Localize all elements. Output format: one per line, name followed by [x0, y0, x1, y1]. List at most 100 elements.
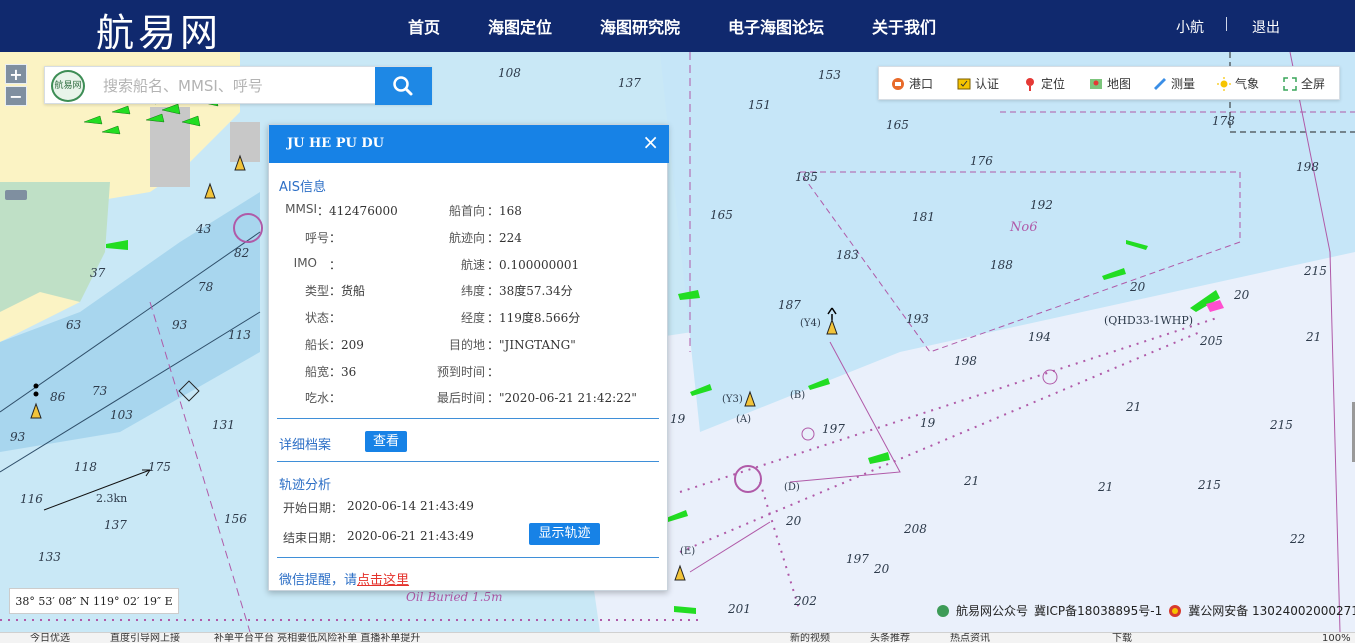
field-label: IMO [293, 256, 317, 270]
ship-marker[interactable] [664, 508, 692, 524]
area-label: No6 [1010, 220, 1038, 235]
toolbar-label: 定位 [1041, 77, 1066, 91]
depth-label: 108 [498, 66, 521, 80]
ship-marker[interactable] [672, 602, 700, 618]
toolbar-harbor[interactable]: 港口 [891, 75, 933, 92]
buoy-icon [234, 154, 246, 171]
latitude-value: 38度57.34分 [499, 284, 573, 298]
zoom-out-button[interactable]: − [5, 86, 27, 106]
field-label: 航速 [460, 258, 485, 272]
search-button[interactable] [375, 67, 432, 105]
show-track-button[interactable]: 显示轨迹 [529, 523, 600, 545]
toolbar-label: 港口 [909, 77, 934, 91]
field-label: 船首向 [448, 204, 485, 218]
ship-marker[interactable] [676, 288, 704, 304]
last-time-value: "2020-06-21 21:42:22" [499, 391, 637, 405]
status-item[interactable]: 下载 [1112, 633, 1132, 643]
icp-record[interactable]: 冀ICP备18038895号-1 [1034, 602, 1162, 619]
buoy-icon [30, 383, 42, 419]
ship-marker[interactable] [1124, 236, 1152, 252]
ais-section-title: AIS信息 [279, 180, 326, 195]
user-name-link[interactable]: 小航 [1176, 17, 1204, 37]
toolbar-measure[interactable]: 测量 [1153, 75, 1195, 92]
field-label: 类型 [304, 284, 329, 298]
buoy-icon [674, 564, 686, 581]
toolbar-fullscreen[interactable]: 全屏 [1283, 75, 1325, 92]
toolbar-weather[interactable]: 气象 [1217, 75, 1259, 92]
depth-label: 185 [795, 170, 818, 184]
toolbar-certify[interactable]: 认证 [957, 75, 999, 92]
zoom-percent[interactable]: 100% [1322, 633, 1351, 643]
ship-marker[interactable] [1100, 266, 1128, 282]
ship-marker[interactable] [104, 238, 132, 254]
wechat-click-link[interactable]: 点击这里 [357, 573, 409, 588]
ship-marker[interactable] [688, 382, 716, 398]
ship-search-input[interactable] [103, 75, 363, 97]
status-item[interactable]: 头条推荐 [870, 633, 910, 643]
nautical-chart-map[interactable]: 108 137 153 165 178 198 151 176 192 181 … [0, 52, 1355, 632]
depth-label: 156 [224, 512, 247, 526]
field-label: 航迹向 [448, 231, 485, 245]
view-detail-button[interactable]: 查看 [365, 431, 407, 452]
status-item[interactable]: 今日优选 [30, 633, 70, 643]
depth-label: 86 [50, 390, 66, 404]
close-icon[interactable]: × [642, 130, 659, 154]
mark-label: (B) [790, 390, 806, 401]
wechat-account[interactable]: 航易网公众号 [956, 602, 1028, 619]
destination-value: "JINGTANG" [499, 338, 576, 352]
wechat-logo-icon [937, 604, 949, 617]
toolbar-label: 全屏 [1301, 77, 1326, 91]
depth-label: 187 [778, 298, 801, 312]
depth-label: 137 [104, 518, 127, 532]
ship-marker-selected[interactable] [1186, 288, 1226, 316]
ship-marker[interactable] [866, 450, 894, 466]
depth-label: 165 [710, 208, 733, 222]
harbor-icon [892, 77, 904, 90]
depth-label: 208 [904, 522, 927, 536]
nav-chart-forum[interactable]: 电子海图论坛 [728, 14, 824, 38]
field-label: 目的地 [448, 338, 485, 352]
field-label: 船宽 [304, 365, 329, 379]
field-label: 呼号 [304, 231, 329, 245]
map-toolbar: 港口 认证 定位 地图 测量 气象 全屏 [878, 66, 1340, 100]
toolbar-map[interactable]: 地图 [1089, 75, 1131, 92]
speed-value: 0.100000001 [499, 258, 580, 272]
depth-label: 201 [728, 602, 751, 616]
status-item[interactable]: 补单平台平台 亮相要低风险补单 直播补单提升 [214, 633, 420, 643]
field-label: 状态 [304, 311, 329, 325]
buoy-icon [744, 390, 756, 407]
start-date-value[interactable]: 2020-06-14 21:43:49 [347, 499, 474, 513]
current-arrow-icon [43, 469, 151, 511]
depth-label: 21 [1306, 330, 1322, 344]
site-logo[interactable]: 航易网 [96, 2, 222, 57]
toolbar-locate[interactable]: 定位 [1023, 75, 1065, 92]
nav-chart-institute[interactable]: 海图研究院 [600, 14, 680, 38]
depth-label: 82 [234, 246, 250, 260]
station-label: (QHD33-1WHP) [1104, 314, 1194, 327]
depth-label: 153 [818, 68, 841, 82]
nav-chart-location[interactable]: 海图定位 [488, 14, 552, 38]
ruler-icon [1154, 77, 1166, 90]
ship-marker[interactable] [806, 376, 834, 392]
end-date-value[interactable]: 2020-06-21 21:43:49 [347, 529, 474, 543]
status-item[interactable]: 直度引导网上接 [110, 633, 180, 643]
map-icon [1090, 78, 1102, 89]
wechat-reminder: 微信提醒，请点击这里 [279, 569, 409, 588]
field-label: 最后时间 [436, 391, 485, 405]
field-label: 经度 [460, 311, 485, 325]
status-item[interactable]: 新的视频 [790, 633, 830, 643]
depth-label: 205 [1200, 334, 1223, 348]
depth-label: 183 [836, 248, 859, 262]
status-item[interactable]: 热点资讯 [950, 633, 990, 643]
depth-label: 131 [212, 418, 235, 432]
nav-home[interactable]: 首页 [408, 14, 440, 38]
sun-icon [1217, 76, 1231, 91]
search-icon [393, 76, 413, 96]
police-record[interactable]: 冀公网安备 13024002000271号 [1188, 602, 1355, 619]
zoom-in-button[interactable]: + [5, 64, 27, 84]
depth-label: 19 [920, 416, 936, 430]
nav-about[interactable]: 关于我们 [872, 14, 936, 38]
longitude-value: 119度8.566分 [499, 311, 581, 325]
logout-link[interactable]: 退出 [1252, 17, 1280, 37]
mark-label: (Y4) [800, 318, 821, 329]
